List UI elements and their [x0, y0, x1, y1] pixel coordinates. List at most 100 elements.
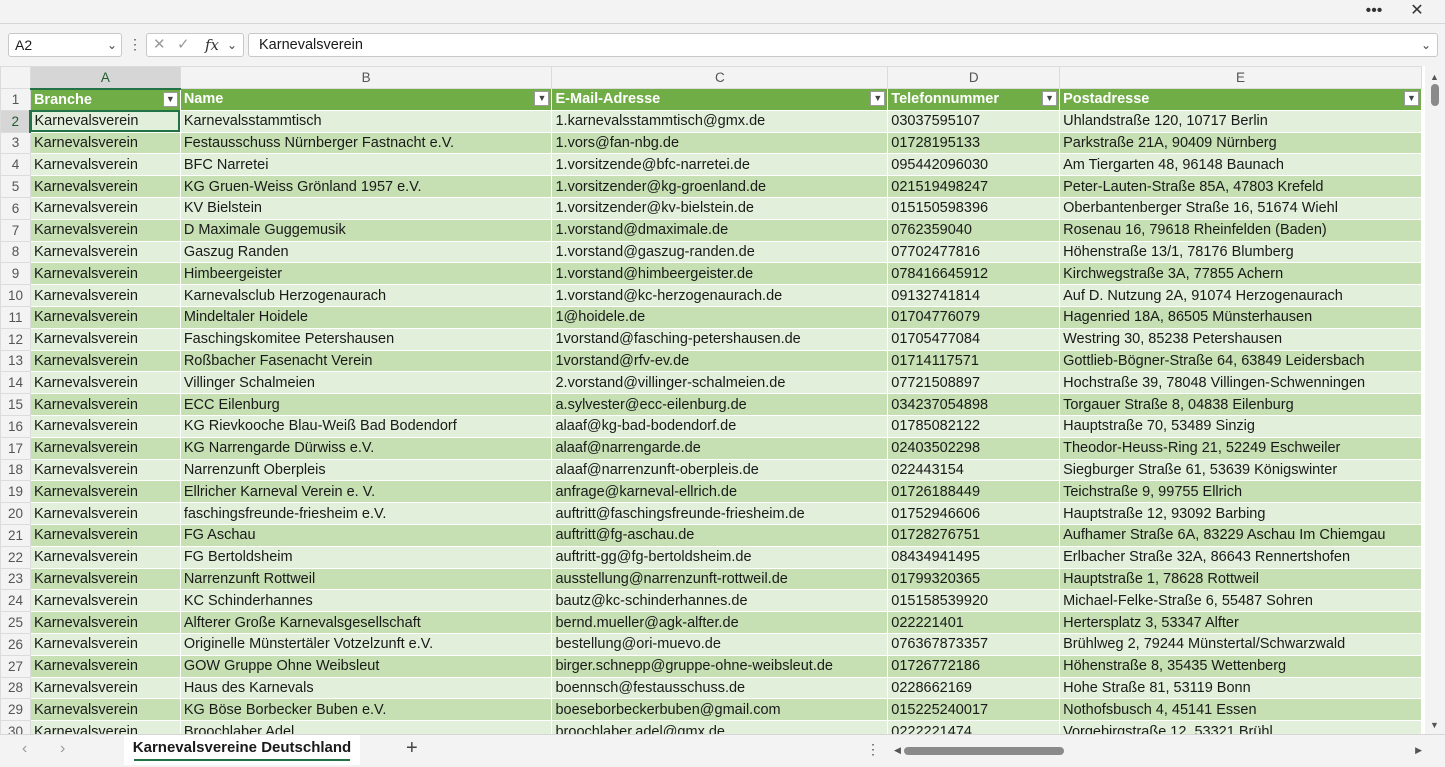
table-cell[interactable]: Karnevalsverein: [29, 153, 181, 177]
table-cell[interactable]: Himbeergeister: [179, 262, 553, 286]
table-cell[interactable]: Broochlaber Adel: [179, 720, 553, 734]
scroll-thumb[interactable]: [904, 747, 1064, 755]
active-cell[interactable]: Karnevalsverein: [29, 109, 181, 133]
row-header[interactable]: 5: [0, 175, 31, 198]
table-cell[interactable]: 0228662169: [887, 676, 1061, 700]
filter-dropdown-icon[interactable]: ▼: [162, 91, 178, 107]
more-options-icon[interactable]: •••: [1359, 0, 1389, 23]
table-cell[interactable]: Karnevalsverein: [29, 196, 181, 220]
row-header[interactable]: 14: [0, 371, 31, 395]
header-cell[interactable]: Branche ▼: [29, 88, 181, 111]
check-icon[interactable]: ✓: [177, 34, 190, 56]
table-cell[interactable]: auftritt-gg@fg-bertoldsheim.de: [551, 545, 889, 569]
next-sheet-icon[interactable]: ›: [60, 740, 65, 758]
table-cell[interactable]: 01728276751: [887, 523, 1061, 547]
table-cell[interactable]: Am Tiergarten 48, 96148 Baunach: [1059, 153, 1422, 177]
table-cell[interactable]: GOW Gruppe Ohne Weibsleut: [179, 654, 553, 678]
table-cell[interactable]: broochlaber.adel@gmx.de: [551, 720, 889, 734]
table-cell[interactable]: 1.vorsitzender@kg-groenland.de: [551, 175, 889, 198]
close-icon[interactable]: ✕: [1402, 0, 1432, 23]
table-cell[interactable]: anfrage@karneval-ellrich.de: [551, 480, 889, 504]
table-cell[interactable]: Karnevalsverein: [29, 545, 181, 569]
table-cell[interactable]: Narrenzunft Oberpleis: [179, 458, 553, 482]
table-cell[interactable]: a.sylvester@ecc-eilenburg.de: [551, 393, 889, 416]
table-cell[interactable]: Karnevalsverein: [29, 436, 181, 460]
table-cell[interactable]: 1vorstand@rfv-ev.de: [551, 349, 889, 373]
table-cell[interactable]: Karnevalsverein: [29, 567, 181, 591]
table-cell[interactable]: Oberbantenberger Straße 16, 51674 Wiehl: [1059, 196, 1422, 220]
filter-dropdown-icon[interactable]: ▼: [534, 91, 550, 106]
table-cell[interactable]: 015225240017: [887, 698, 1061, 722]
table-cell[interactable]: Siegburger Straße 61, 53639 Königswinter: [1059, 458, 1422, 482]
table-cell[interactable]: Haus des Karnevals: [179, 676, 553, 700]
table-cell[interactable]: 01704776079: [887, 305, 1061, 329]
table-cell[interactable]: KV Bielstein: [179, 196, 553, 220]
table-cell[interactable]: Karnevalsverein: [29, 523, 181, 547]
header-cell[interactable]: Telefonnummer ▼: [887, 88, 1061, 111]
table-cell[interactable]: 078416645912: [887, 262, 1061, 286]
cancel-icon[interactable]: ✕: [153, 34, 166, 56]
table-cell[interactable]: Karnevalsverein: [29, 611, 181, 634]
row-header[interactable]: 23: [0, 567, 31, 591]
table-cell[interactable]: 076367873357: [887, 632, 1061, 656]
table-cell[interactable]: Karnevalsverein: [29, 589, 181, 613]
table-cell[interactable]: KC Schinderhannes: [179, 589, 553, 613]
table-cell[interactable]: Auf D. Nutzung 2A, 91074 Herzogenaurach: [1059, 284, 1422, 307]
table-cell[interactable]: Parkstraße 21A, 90409 Nürnberg: [1059, 131, 1422, 155]
vertical-ellipsis-icon[interactable]: ⋮: [128, 34, 142, 56]
table-cell[interactable]: 1.karnevalsstammtisch@gmx.de: [551, 109, 889, 133]
table-cell[interactable]: KG Rievkooche Blau-Weiß Bad Bodendorf: [179, 414, 553, 438]
table-cell[interactable]: faschingsfreunde-friesheim e.V.: [179, 502, 553, 525]
table-cell[interactable]: Karnevalsverein: [29, 327, 181, 351]
table-cell[interactable]: Karnevalsverein: [29, 218, 181, 242]
table-cell[interactable]: Hauptstraße 70, 53489 Sinzig: [1059, 414, 1422, 438]
insert-function-icon[interactable]: fx: [205, 34, 219, 56]
table-cell[interactable]: Karnevalsverein: [29, 720, 181, 734]
filter-dropdown-icon[interactable]: ▼: [1042, 91, 1058, 106]
table-cell[interactable]: Michael-Felke-Straße 6, 55487 Sohren: [1059, 589, 1422, 613]
table-cell[interactable]: 01726772186: [887, 654, 1061, 678]
table-cell[interactable]: Vorgebirgstraße 12, 53321 Brühl: [1059, 720, 1422, 734]
horizontal-scrollbar[interactable]: ◀ ▶: [892, 745, 1422, 757]
table-cell[interactable]: Karnevalsverein: [29, 414, 181, 438]
table-cell[interactable]: 01726188449: [887, 480, 1061, 504]
name-box[interactable]: A2 ⌄: [8, 33, 122, 57]
table-cell[interactable]: 03037595107: [887, 109, 1061, 133]
column-header[interactable]: C: [551, 66, 889, 89]
table-cell[interactable]: bernd.mueller@agk-alfter.de: [551, 611, 889, 634]
table-cell[interactable]: 1.vorstand@gaszug-randen.de: [551, 240, 889, 264]
table-cell[interactable]: Theodor-Heuss-Ring 21, 52249 Eschweiler: [1059, 436, 1422, 460]
table-cell[interactable]: 1vorstand@fasching-petershausen.de: [551, 327, 889, 351]
table-cell[interactable]: Karnevalsverein: [29, 698, 181, 722]
table-cell[interactable]: Karnevalsverein: [29, 131, 181, 155]
row-header[interactable]: 21: [0, 523, 31, 547]
table-cell[interactable]: Alfterer Große Karnevalsgesellschaft: [179, 611, 553, 634]
header-cell[interactable]: E-Mail-Adresse ▼: [551, 88, 889, 111]
table-cell[interactable]: Originelle Münstertäler Votzelzunft e.V.: [179, 632, 553, 656]
table-cell[interactable]: 1.vorstand@dmaximale.de: [551, 218, 889, 242]
table-cell[interactable]: alaaf@narrenzunft-oberpleis.de: [551, 458, 889, 482]
table-cell[interactable]: 1@hoidele.de: [551, 305, 889, 329]
table-cell[interactable]: 01799320365: [887, 567, 1061, 591]
sheet-tab-active[interactable]: Karnevalsvereine Deutschland: [124, 735, 360, 765]
table-cell[interactable]: 07721508897: [887, 371, 1061, 395]
row-header[interactable]: 22: [0, 545, 31, 569]
table-cell[interactable]: D Maximale Guggemusik: [179, 218, 553, 242]
table-cell[interactable]: auftritt@faschingsfreunde-friesheim.de: [551, 502, 889, 525]
filter-dropdown-icon[interactable]: ▼: [870, 91, 886, 106]
table-cell[interactable]: bestellung@ori-muevo.de: [551, 632, 889, 656]
table-cell[interactable]: Karnevalsverein: [29, 632, 181, 656]
row-header[interactable]: 12: [0, 327, 31, 351]
table-cell[interactable]: Karnevalsverein: [29, 654, 181, 678]
table-cell[interactable]: auftritt@fg-aschau.de: [551, 523, 889, 547]
table-cell[interactable]: bautz@kc-schinderhannes.de: [551, 589, 889, 613]
chevron-down-icon[interactable]: ⌄: [107, 34, 117, 56]
expand-formula-icon[interactable]: ⌄: [1421, 34, 1431, 56]
table-cell[interactable]: Hertersplatz 3, 53347 Alfter: [1059, 611, 1422, 634]
table-cell[interactable]: 01752946606: [887, 502, 1061, 525]
table-cell[interactable]: 01705477084: [887, 327, 1061, 351]
vertical-ellipsis-icon[interactable]: ⋮: [866, 741, 880, 758]
row-header[interactable]: 3: [0, 131, 31, 155]
scroll-left-icon[interactable]: ◀: [894, 745, 901, 756]
table-cell[interactable]: Rosenau 16, 79618 Rheinfelden (Baden): [1059, 218, 1422, 242]
